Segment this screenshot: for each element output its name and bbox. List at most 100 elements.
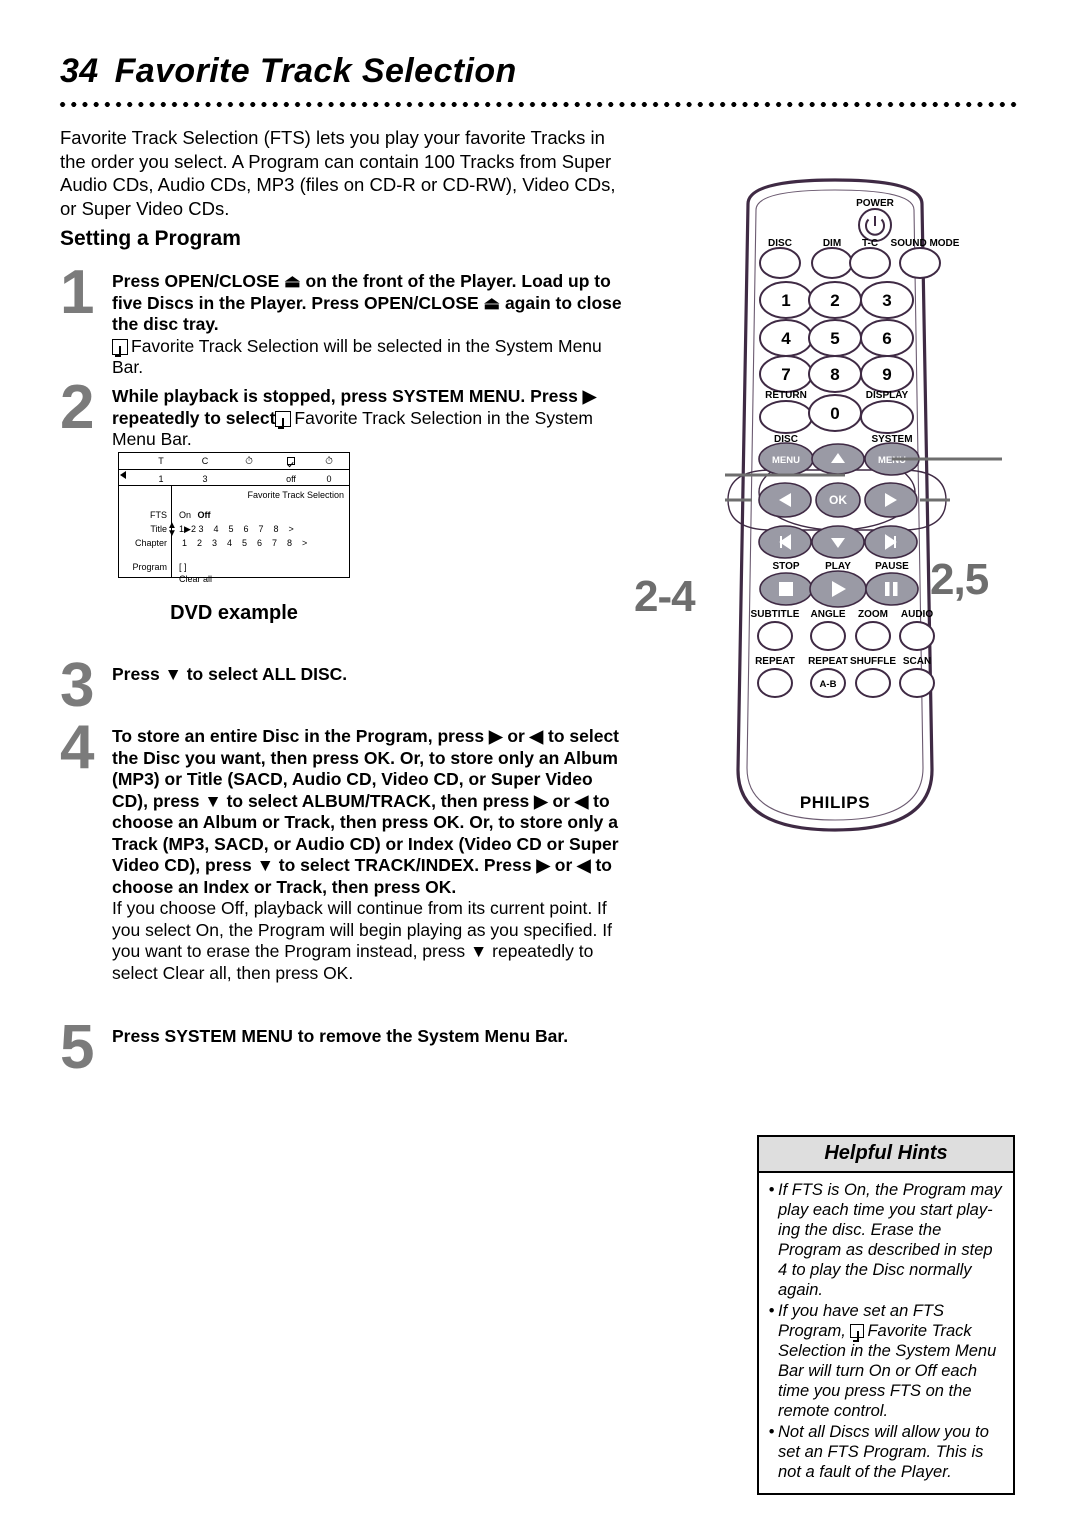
- zoom-button: [855, 621, 891, 651]
- disc-button: [759, 247, 801, 279]
- osd-menu-bar-value-row: 1 3 off 0: [119, 470, 349, 487]
- svg-text:3: 3: [882, 291, 891, 310]
- step-5-number: 5: [60, 1013, 95, 1082]
- title-num-6[interactable]: 6: [243, 524, 258, 534]
- svg-text:A-B: A-B: [820, 679, 837, 690]
- osd-icon-title: T: [158, 456, 164, 466]
- osd-icon-chapter: C: [201, 456, 209, 466]
- svg-text:6: 6: [882, 329, 891, 348]
- step-5-bold-text: Press SYSTEM MENU to remove the System M…: [112, 1026, 569, 1046]
- pause-button: [865, 572, 919, 606]
- pause-label: PAUSE: [875, 561, 909, 572]
- step-2-body: While playback is stopped, press SYSTEM …: [112, 386, 632, 451]
- svg-text:7: 7: [781, 365, 790, 384]
- page-title: 34 Favorite Track Selection: [60, 52, 517, 91]
- title-num-2[interactable]: 2: [191, 524, 196, 534]
- step-4-bold-text: To store an entire Disc in the Program, …: [112, 726, 620, 897]
- page-number: 34: [60, 52, 99, 90]
- title-num-8[interactable]: 8: [273, 524, 288, 534]
- helpful-hints-box: Helpful Hints • If FTS is On, the Progra…: [757, 1135, 1015, 1495]
- osd-row-label-program: Program: [132, 562, 167, 572]
- bullet-icon: •: [768, 1423, 775, 1441]
- step-4-body: To store an entire Disc in the Program, …: [112, 726, 632, 984]
- chapter-num-2[interactable]: 2: [197, 538, 212, 548]
- chapter-num-7[interactable]: 7: [272, 538, 287, 548]
- step-2-number: 2: [60, 373, 95, 442]
- remote-control-svg: .outline { fill:#fff; stroke:#3f2a44; st…: [725, 178, 1002, 832]
- chapter-num-3[interactable]: 3: [212, 538, 227, 548]
- return-button: [759, 400, 813, 434]
- osd-row-label-title: Title: [150, 524, 167, 534]
- zoom-label: ZOOM: [858, 609, 888, 620]
- chapter-num-8[interactable]: 8: [287, 538, 302, 548]
- sound-mode-label: SOUND MODE: [891, 238, 960, 249]
- return-label: RETURN: [765, 390, 807, 401]
- fts-off-option[interactable]: Off: [198, 510, 211, 520]
- repeat-label: REPEAT: [755, 656, 795, 667]
- remote-control-figure: .outline { fill:#fff; stroke:#3f2a44; st…: [620, 170, 1050, 880]
- chapter-num-6[interactable]: 6: [257, 538, 272, 548]
- display-label: DISPLAY: [866, 390, 909, 401]
- svg-text:5: 5: [830, 329, 839, 348]
- angle-button: [810, 621, 846, 651]
- osd-program-slot[interactable]: [ ]: [179, 562, 187, 572]
- step-2-bold-text-1: While playback is stopped, press SYSTEM …: [112, 386, 578, 406]
- sound-mode-button: [899, 247, 941, 279]
- left-arrow-icon: [120, 471, 126, 479]
- title-num-7[interactable]: 7: [258, 524, 273, 534]
- osd-row-label-fts: FTS: [150, 510, 167, 520]
- osd-row-values-fts: On Off: [179, 510, 211, 520]
- intro-paragraph: Favorite Track Selection (FTS) lets you …: [60, 127, 616, 219]
- hint-item: • If you have set an FTS Program, Favori…: [765, 1301, 1005, 1421]
- hint-item: • If FTS is On, the Program may play eac…: [765, 1180, 1005, 1300]
- svg-text:8: 8: [830, 365, 839, 384]
- shuffle-label: SHUFFLE: [850, 656, 896, 667]
- osd-value-timer: 0: [326, 473, 332, 484]
- helpful-hints-list: • If FTS is On, the Program may play eac…: [759, 1173, 1013, 1493]
- osd-clear-all[interactable]: Clear all: [179, 574, 212, 584]
- osd-menu-bar-icon-row: T C ⏱ ⏱: [119, 453, 349, 470]
- cursor-right-icon: ▶: [184, 524, 191, 534]
- svg-text:4: 4: [781, 329, 791, 348]
- repeat-button: [757, 668, 793, 698]
- title-num-3[interactable]: 3: [198, 524, 213, 534]
- dotted-divider: [57, 101, 1022, 108]
- osd-row-values-chapter: 1 2 3 4 5 6 7 8 >: [182, 538, 317, 548]
- subtitle-label: SUBTITLE: [751, 609, 800, 620]
- title-more[interactable]: >: [288, 524, 303, 534]
- hint-item: • Not all Discs will allow you to set an…: [765, 1422, 1005, 1482]
- osd-row-values-title: 1▶2 3 4 5 6 7 8 >: [179, 524, 303, 535]
- shuffle-button: [855, 668, 891, 698]
- bullet-icon: •: [768, 1181, 775, 1199]
- display-button: [860, 400, 914, 434]
- bullet-icon: •: [768, 1302, 775, 1320]
- chapter-num-5[interactable]: 5: [242, 538, 257, 548]
- step-1-number: 1: [60, 258, 95, 327]
- step-5-body: Press SYSTEM MENU to remove the System M…: [112, 1026, 632, 1048]
- svg-text:2: 2: [830, 291, 839, 310]
- fts-on-option[interactable]: On: [179, 510, 191, 520]
- osd-value-fts: off: [286, 473, 296, 484]
- page-title-text: Favorite Track Selection: [114, 52, 517, 90]
- step-1-bold-text: Press OPEN/CLOSE ⏏ on the front of the P…: [112, 271, 622, 334]
- subtitle-button: [757, 621, 793, 651]
- dim-button: [811, 247, 853, 279]
- title-num-4[interactable]: 4: [213, 524, 228, 534]
- hint-text-1: If FTS is On, the Program may play each …: [778, 1181, 1002, 1299]
- section-heading: Setting a Program: [60, 227, 241, 250]
- step-3-bold-text: Press ▼ to select ALL DISC.: [112, 664, 348, 684]
- step-4-regular-text: If you choose Off, playback will continu…: [112, 898, 612, 983]
- chapter-more[interactable]: >: [302, 538, 317, 548]
- step-3-number: 3: [60, 651, 95, 720]
- svg-text:0: 0: [830, 404, 839, 423]
- philips-logo: PHILIPS: [800, 793, 870, 812]
- chapter-num-4[interactable]: 4: [227, 538, 242, 548]
- fts-checkbox-icon: [850, 1324, 865, 1342]
- angle-label: ANGLE: [811, 609, 846, 620]
- title-num-5[interactable]: 5: [228, 524, 243, 534]
- svg-text:OK: OK: [829, 493, 847, 507]
- chapter-num-1[interactable]: 1: [182, 538, 197, 548]
- osd-panel: Favorite Track Selection FTS On Off Titl…: [118, 486, 350, 584]
- fts-checkbox-icon: [275, 410, 292, 429]
- dvd-example-figure: T C ⏱ ⏱ 1 3 off 0 Favorite Track Selecti…: [118, 452, 350, 624]
